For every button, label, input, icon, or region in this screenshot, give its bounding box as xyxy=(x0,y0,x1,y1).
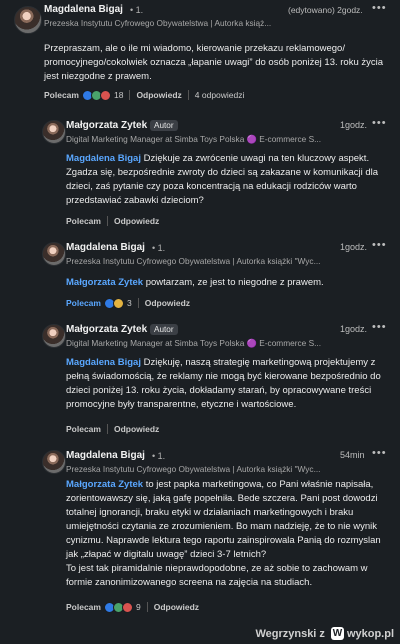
avatar[interactable] xyxy=(14,6,42,34)
more-options-icon[interactable]: ••• xyxy=(372,2,387,14)
like-button[interactable]: Polecam xyxy=(66,298,101,308)
more-options-icon[interactable]: ••• xyxy=(372,117,387,129)
comment-text: Przepraszam, ale o ile mi wiadomo, kiero… xyxy=(44,42,389,84)
more-options-icon[interactable]: ••• xyxy=(372,239,387,251)
avatar[interactable] xyxy=(42,324,66,348)
author-headline: Prezeska Instytutu Cyfrowego Obywatelstw… xyxy=(44,18,272,28)
mention-link[interactable]: Magdalena Bigaj xyxy=(66,153,141,164)
top-comment: Magdalena Bigaj • 1. Prezeska Instytutu … xyxy=(0,0,400,112)
mention-link[interactable]: Małgorzata Zytek xyxy=(66,277,143,288)
reply-button[interactable]: Odpowiedz xyxy=(114,216,159,226)
comment-text: Małgorzata Zytek powtarzam, ze jest to n… xyxy=(66,276,390,290)
comment-actions: Polecam Odpowiedz xyxy=(66,214,159,228)
comment-paragraph: To jest tak piramidalnie nieprawdopodobn… xyxy=(66,563,368,588)
reactions-icons[interactable] xyxy=(103,297,124,309)
author-name[interactable]: Magdalena Bigaj xyxy=(66,450,145,461)
reply-button[interactable]: Odpowiedz xyxy=(136,90,181,100)
like-button[interactable]: Polecam xyxy=(66,602,101,612)
comment-actions: Polecam Odpowiedz xyxy=(66,422,159,436)
reply-comment: Małgorzata Zytek Autor Digital Marketing… xyxy=(0,112,400,232)
watermark-site: wykop.pl xyxy=(346,627,394,640)
author-badge: Autor xyxy=(150,324,178,335)
reply-button[interactable]: Odpowiedz xyxy=(145,298,190,308)
heart-reaction-icon xyxy=(99,89,111,101)
avatar[interactable] xyxy=(42,450,66,474)
reactions-icons[interactable] xyxy=(81,89,111,101)
comment-actions: Polecam 3 Odpowiedz xyxy=(66,296,190,310)
watermark: Wegrzynski z W wykop.pl xyxy=(255,627,394,640)
comment-paragraph: powtarzam, ze jest to niegodne z prawem. xyxy=(143,277,324,288)
comment-text: Magdalena Bigaj Dziękuję, naszą strategi… xyxy=(66,356,390,412)
divider xyxy=(106,216,108,226)
author-headline: Digital Marketing Manager at Simba Toys … xyxy=(66,134,322,144)
connection-degree: • 1. xyxy=(152,451,166,461)
divider xyxy=(129,90,131,100)
reaction-count[interactable]: 18 xyxy=(114,90,123,100)
reactions-icons[interactable] xyxy=(103,601,133,613)
divider xyxy=(146,602,148,612)
author-name[interactable]: Magdalena Bigaj xyxy=(44,4,123,15)
like-button[interactable]: Polecam xyxy=(66,424,101,434)
timestamp: 1godz. xyxy=(340,324,368,334)
mention-link[interactable]: Małgorzata Zytek xyxy=(66,479,143,490)
comment-paragraph: to jest papka marketingowa, co Pani właś… xyxy=(66,479,381,560)
like-button[interactable]: Polecam xyxy=(44,90,79,100)
divider xyxy=(106,424,108,434)
more-options-icon[interactable]: ••• xyxy=(372,447,387,459)
divider xyxy=(187,90,189,100)
author-badge: Autor xyxy=(150,120,178,131)
reply-comment: Małgorzata Zytek Autor Digital Marketing… xyxy=(0,318,400,444)
reply-button[interactable]: Odpowiedz xyxy=(154,602,199,612)
author-name[interactable]: Magdalena Bigaj xyxy=(66,242,145,253)
replies-count[interactable]: 4 odpowiedzi xyxy=(195,90,245,100)
comment-paragraph: Przepraszam, ale o ile mi wiadomo, kiero… xyxy=(44,43,384,82)
timestamp: 1godz. xyxy=(340,242,368,252)
author-name[interactable]: Małgorzata Zytek xyxy=(66,324,147,335)
reaction-count[interactable]: 9 xyxy=(136,602,141,612)
comment-text: Małgorzata Zytek to jest papka marketing… xyxy=(66,478,390,590)
mention-link[interactable]: Magdalena Bigaj xyxy=(66,357,141,368)
like-button[interactable]: Polecam xyxy=(66,216,101,226)
author-headline: Prezeska Instytutu Cyfrowego Obywatelstw… xyxy=(66,464,321,474)
author-name[interactable]: Małgorzata Zytek xyxy=(66,120,147,131)
edited-timestamp: (edytowano) 2godz. xyxy=(288,5,363,15)
avatar[interactable] xyxy=(42,120,66,144)
avatar[interactable] xyxy=(42,242,66,266)
reply-comment: Magdalena Bigaj • 1. Prezeska Instytutu … xyxy=(0,232,400,318)
connection-degree: • 1. xyxy=(152,243,166,253)
author-headline: Digital Marketing Manager at Simba Toys … xyxy=(66,338,322,348)
timestamp: 54min xyxy=(340,450,365,460)
comment-text: Magdalena Bigaj Dziękuje za zwrócenie uw… xyxy=(66,152,390,208)
divider xyxy=(137,298,139,308)
reply-button[interactable]: Odpowiedz xyxy=(114,424,159,434)
reaction-count[interactable]: 3 xyxy=(127,298,132,308)
heart-reaction-icon xyxy=(121,601,133,613)
reply-comment: Magdalena Bigaj • 1. Prezeska Instytutu … xyxy=(0,444,400,622)
funny-reaction-icon xyxy=(112,297,124,309)
connection-degree: • 1. xyxy=(130,5,144,15)
watermark-user: Wegrzynski z xyxy=(255,627,325,640)
author-headline: Prezeska Instytutu Cyfrowego Obywatelstw… xyxy=(66,256,321,266)
comment-actions: Polecam 9 Odpowiedz xyxy=(66,600,199,614)
wykop-logo-icon: W xyxy=(330,627,344,640)
comment-actions: Polecam 18 Odpowiedz 4 odpowiedzi xyxy=(44,88,244,102)
timestamp: 1godz. xyxy=(340,120,368,130)
more-options-icon[interactable]: ••• xyxy=(372,321,387,333)
